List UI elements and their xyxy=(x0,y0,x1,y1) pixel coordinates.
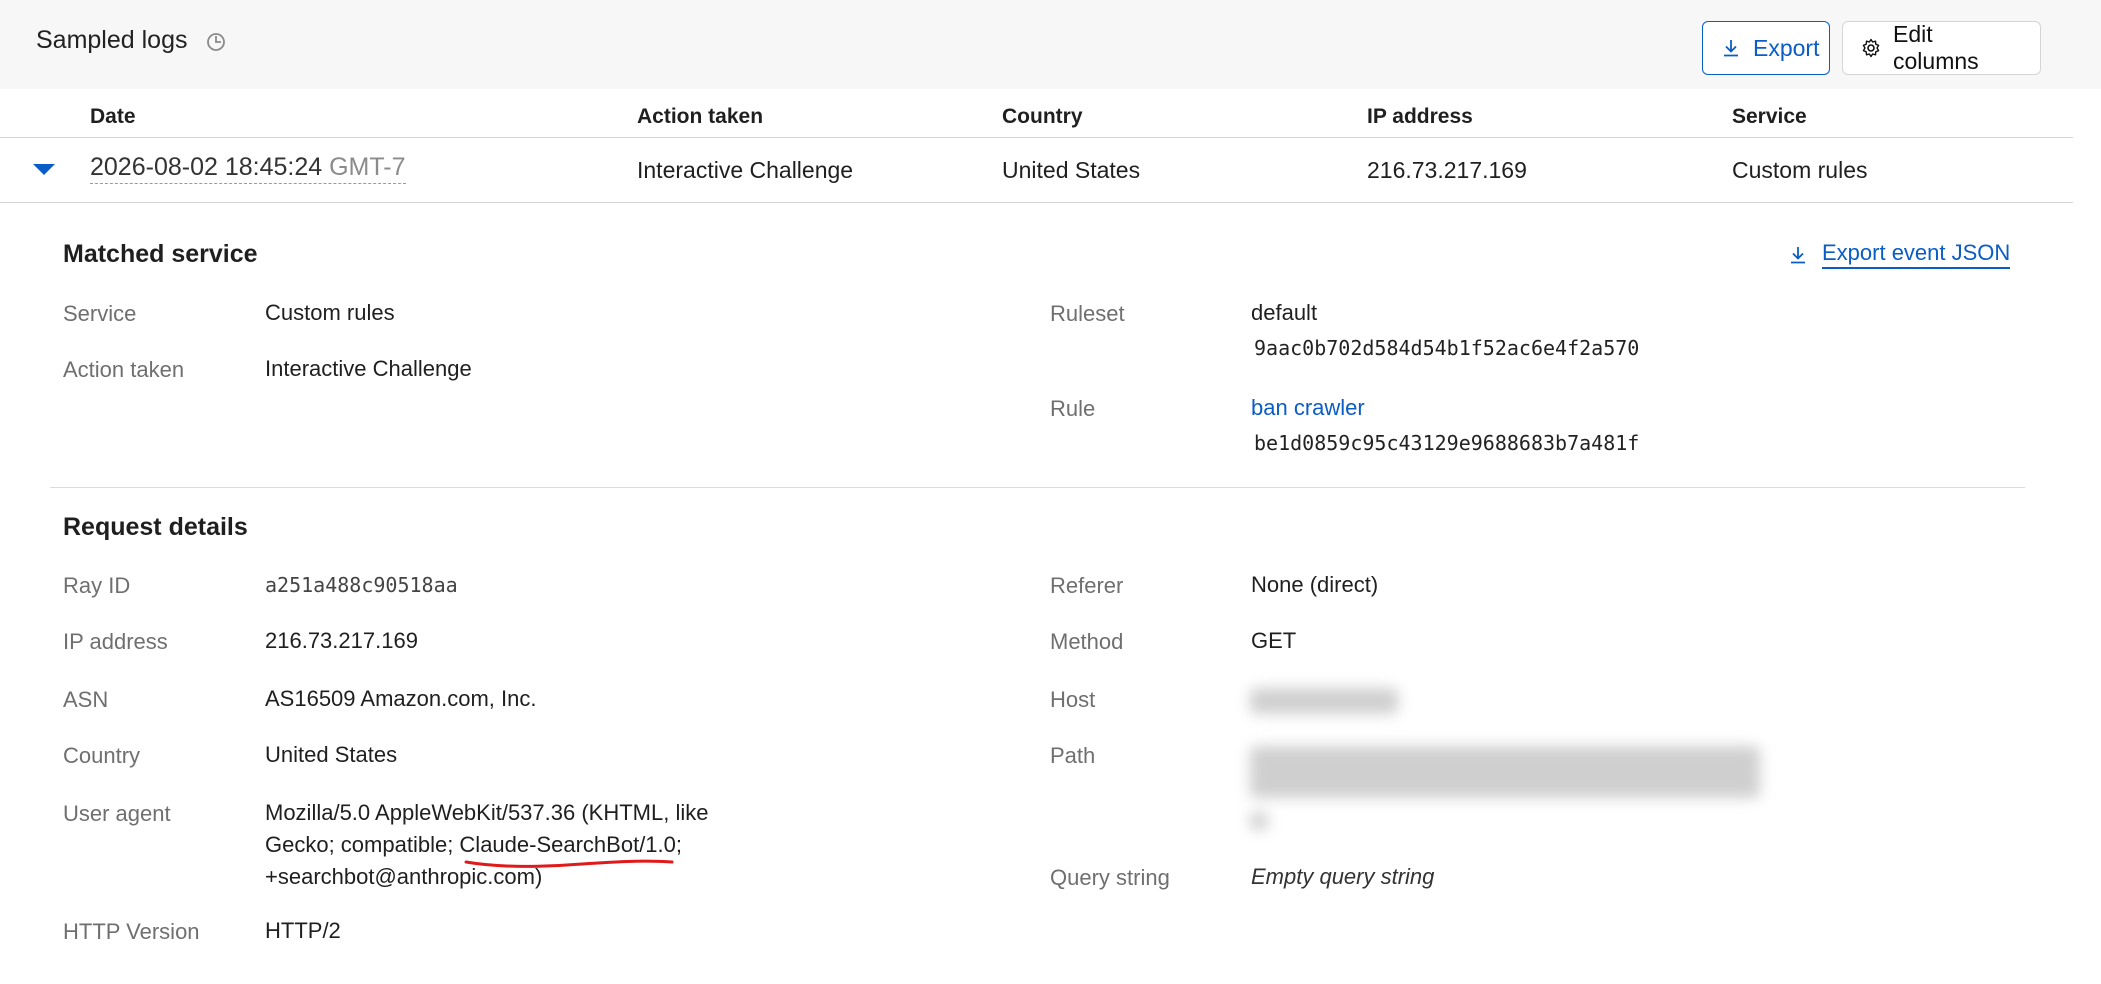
caret-down-icon[interactable] xyxy=(31,160,57,178)
ray-id-label: Ray ID xyxy=(63,573,131,598)
ip-address-label: IP address xyxy=(63,629,168,654)
query-string-label: Query string xyxy=(1050,865,1170,890)
row-date-value: 2026-08-02 18:45:24 xyxy=(90,153,323,181)
http-version-value: HTTP/2 xyxy=(265,918,341,943)
user-agent-value: Mozilla/5.0 AppleWebKit/537.36 (KHTML, l… xyxy=(265,797,765,893)
download-icon xyxy=(1791,246,1805,263)
column-header-action[interactable]: Action taken xyxy=(637,105,763,129)
query-string-value: Empty query string xyxy=(1251,864,1435,889)
export-event-json-link[interactable]: Export event JSON xyxy=(1788,240,2011,269)
history-clock-icon[interactable] xyxy=(205,31,227,53)
column-header-date[interactable]: Date xyxy=(90,105,136,129)
http-version-label: HTTP Version xyxy=(63,919,200,944)
country-label: Country xyxy=(63,743,141,768)
service-value: Custom rules xyxy=(265,300,395,325)
rule-name-link[interactable]: ban crawler xyxy=(1251,392,1365,424)
export-button[interactable]: Export xyxy=(1702,21,1830,75)
host-label: Host xyxy=(1050,687,1096,712)
method-label: Method xyxy=(1050,629,1124,654)
edit-columns-button-label: Edit columns xyxy=(1893,21,1979,74)
ruleset-name: default xyxy=(1251,300,1318,325)
ruleset-id: 9aac0b702d584d54b1f52ac6e4f2a570 xyxy=(1254,336,1640,360)
table-row[interactable]: 2026-08-02 18:45:24 GMT-7 Interactive Ch… xyxy=(0,138,2073,203)
row-ip: 216.73.217.169 xyxy=(1367,157,1527,183)
row-date[interactable]: 2026-08-02 18:45:24 GMT-7 xyxy=(90,153,406,184)
row-action: Interactive Challenge xyxy=(637,157,854,183)
table-header: Date Action taken Country IP address Ser… xyxy=(0,89,2073,138)
request-details-title: Request details xyxy=(63,513,248,541)
export-event-json-label: Export event JSON xyxy=(1822,240,2011,269)
action-taken-value: Interactive Challenge xyxy=(265,356,472,381)
page-header: Sampled logs Export Edit columns xyxy=(0,0,2101,89)
ray-id-value: a251a488c90518aa xyxy=(265,573,458,597)
ip-address-value: 216.73.217.169 xyxy=(265,628,418,653)
page-title: Sampled logs xyxy=(36,26,188,54)
referer-label: Referer xyxy=(1050,573,1124,598)
section-divider xyxy=(50,487,2025,488)
export-button-label: Export xyxy=(1753,34,1820,61)
matched-service-title: Matched service xyxy=(63,240,258,268)
red-underline-annotation xyxy=(464,859,674,868)
user-agent-label: User agent xyxy=(63,801,171,826)
service-label: Service xyxy=(63,301,137,326)
asn-value: AS16509 Amazon.com, Inc. xyxy=(265,686,537,711)
ruleset-label: Ruleset xyxy=(1050,301,1125,326)
user-agent-line: Mozilla/5.0 AppleWebKit/537.36 (KHTML, l… xyxy=(265,800,709,825)
path-value-redacted-tail xyxy=(1250,812,1268,830)
column-header-service[interactable]: Service xyxy=(1732,105,1807,129)
rule-label: Rule xyxy=(1050,396,1096,421)
country-value: United States xyxy=(265,742,398,767)
row-country: United States xyxy=(1002,157,1141,183)
row-timezone: GMT-7 xyxy=(329,153,406,181)
row-service: Custom rules xyxy=(1732,157,1868,183)
action-taken-label: Action taken xyxy=(63,357,185,382)
column-header-ip[interactable]: IP address xyxy=(1367,105,1473,129)
path-value-redacted xyxy=(1250,746,1760,798)
edit-columns-button[interactable]: Edit columns xyxy=(1842,21,2041,75)
column-header-country[interactable]: Country xyxy=(1002,105,1083,129)
download-icon xyxy=(1724,40,1738,57)
asn-label: ASN xyxy=(63,687,109,712)
path-label: Path xyxy=(1050,743,1096,768)
method-value: GET xyxy=(1251,628,1297,653)
host-value-redacted xyxy=(1250,688,1398,714)
gear-icon xyxy=(1862,38,1880,58)
referer-value: None (direct) xyxy=(1251,572,1379,597)
rule-id: be1d0859c95c43129e9688683b7a481f xyxy=(1254,431,1640,455)
